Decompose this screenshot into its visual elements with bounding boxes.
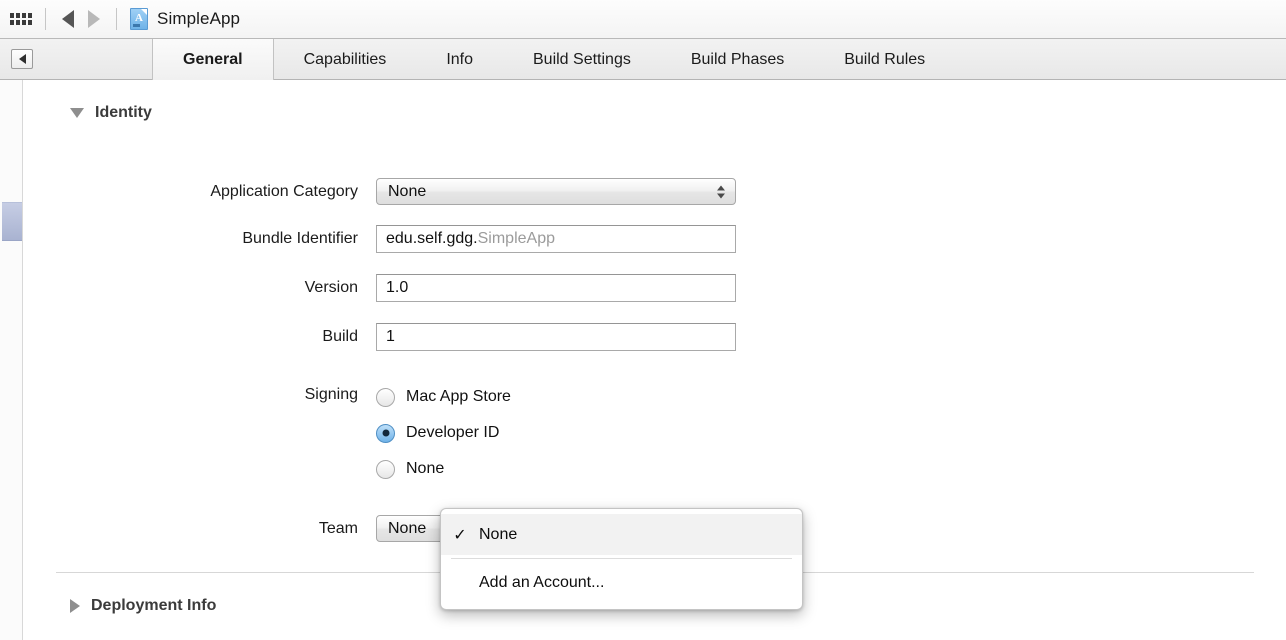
tab-list: General Capabilities Info Build Settings… bbox=[152, 39, 955, 80]
row-version: Version 1.0 bbox=[24, 274, 736, 302]
build-value: 1 bbox=[386, 328, 395, 345]
radio-mac-app-store-label: Mac App Store bbox=[406, 388, 511, 405]
section-header-identity[interactable]: Identity bbox=[70, 104, 152, 122]
grid-icon[interactable] bbox=[10, 10, 32, 28]
vertical-scrollbar-thumb[interactable] bbox=[2, 202, 22, 241]
section-header-deployment-info[interactable]: Deployment Info bbox=[70, 597, 216, 615]
collapse-left-icon[interactable] bbox=[11, 49, 33, 69]
row-application-category: Application Category None bbox=[24, 178, 736, 205]
version-field[interactable]: 1.0 bbox=[376, 274, 736, 302]
version-value: 1.0 bbox=[386, 279, 409, 296]
menu-item-add-an-account[interactable]: Add an Account... bbox=[441, 562, 802, 603]
disclosure-triangle-down-icon[interactable] bbox=[70, 108, 84, 118]
document-title[interactable]: SimpleApp bbox=[157, 9, 240, 29]
menu-separator bbox=[451, 558, 792, 559]
forward-triangle bbox=[88, 10, 100, 28]
icon-badge bbox=[133, 24, 140, 27]
row-bundle-identifier: Bundle Identifier edu.self.gdg. SimpleApp bbox=[24, 225, 736, 253]
menu-item-add-an-account-label: Add an Account... bbox=[479, 573, 605, 591]
radio-developer-id-label: Developer ID bbox=[406, 424, 500, 441]
radio-option-none[interactable]: None bbox=[376, 451, 511, 487]
jump-bar-toolbar: A SimpleApp bbox=[0, 0, 1286, 39]
app-document-icon[interactable]: A bbox=[130, 8, 148, 30]
tab-general[interactable]: General bbox=[152, 39, 274, 80]
toolbar-divider-2 bbox=[116, 8, 117, 30]
team-dropdown-menu: ✓ None Add an Account... bbox=[440, 508, 803, 610]
row-build: Build 1 bbox=[24, 323, 736, 351]
tab-capabilities[interactable]: Capabilities bbox=[274, 39, 417, 80]
back-triangle bbox=[62, 10, 74, 28]
radio-mac-app-store-icon[interactable] bbox=[376, 387, 395, 407]
radio-option-developer-id[interactable]: Developer ID bbox=[376, 415, 511, 451]
stepper-up bbox=[717, 185, 725, 190]
stepper-down bbox=[717, 193, 725, 198]
bundle-identifier-suffix: SimpleApp bbox=[477, 230, 555, 247]
tab-info-label: Info bbox=[446, 50, 473, 68]
updown-stepper-icon[interactable] bbox=[717, 185, 725, 198]
tab-capabilities-label: Capabilities bbox=[303, 50, 387, 68]
tab-general-label: General bbox=[183, 50, 243, 68]
radio-none-label: None bbox=[406, 460, 445, 477]
app-letter-glyph: A bbox=[135, 12, 143, 24]
application-category-value: None bbox=[388, 182, 427, 200]
checkmark-icon: ✓ bbox=[453, 526, 467, 544]
radio-none-icon[interactable] bbox=[376, 459, 395, 479]
tab-bar-left-area bbox=[0, 39, 152, 79]
section-title-identity: Identity bbox=[95, 104, 152, 121]
tab-build-rules[interactable]: Build Rules bbox=[814, 39, 955, 80]
bundle-identifier-field[interactable]: edu.self.gdg. SimpleApp bbox=[376, 225, 736, 253]
signing-radio-group: Mac App Store Developer ID None bbox=[376, 379, 511, 487]
toolbar-divider-1 bbox=[45, 8, 46, 30]
bundle-identifier-prefix: edu.self.gdg. bbox=[386, 230, 478, 247]
label-build: Build bbox=[322, 328, 358, 345]
label-team: Team bbox=[318, 519, 358, 537]
section-title-deployment-info: Deployment Info bbox=[91, 597, 217, 614]
disclosure-triangle-right-icon[interactable] bbox=[70, 599, 80, 613]
build-field[interactable]: 1 bbox=[376, 323, 736, 351]
tab-build-phases[interactable]: Build Phases bbox=[661, 39, 814, 80]
label-signing: Signing bbox=[304, 386, 358, 403]
label-application-category: Application Category bbox=[210, 182, 358, 200]
tab-build-phases-label: Build Phases bbox=[690, 50, 785, 68]
team-value: None bbox=[388, 519, 427, 537]
radio-option-mac-app-store[interactable]: Mac App Store bbox=[376, 379, 511, 415]
menu-item-none-label: None bbox=[479, 525, 518, 543]
tab-build-rules-label: Build Rules bbox=[844, 50, 926, 68]
label-version: Version bbox=[304, 279, 358, 296]
tab-build-settings-label: Build Settings bbox=[533, 50, 631, 68]
xcode-project-editor-window: A SimpleApp General Capabilities Info Bu… bbox=[0, 0, 1286, 640]
application-category-popup[interactable]: None bbox=[376, 178, 736, 205]
tab-build-settings[interactable]: Build Settings bbox=[503, 39, 661, 80]
editor-tab-bar: General Capabilities Info Build Settings… bbox=[0, 39, 1286, 80]
menu-item-none[interactable]: ✓ None bbox=[441, 514, 802, 555]
forward-arrow-icon[interactable] bbox=[81, 8, 107, 30]
row-signing: Signing Mac App Store Developer ID None bbox=[24, 379, 511, 487]
vertical-scrollbar-track[interactable] bbox=[0, 80, 23, 640]
label-bundle-identifier: Bundle Identifier bbox=[242, 230, 358, 247]
tab-info[interactable]: Info bbox=[416, 39, 503, 80]
collapse-triangle bbox=[18, 54, 26, 64]
back-arrow-icon[interactable] bbox=[55, 8, 81, 30]
radio-developer-id-icon[interactable] bbox=[376, 423, 395, 443]
